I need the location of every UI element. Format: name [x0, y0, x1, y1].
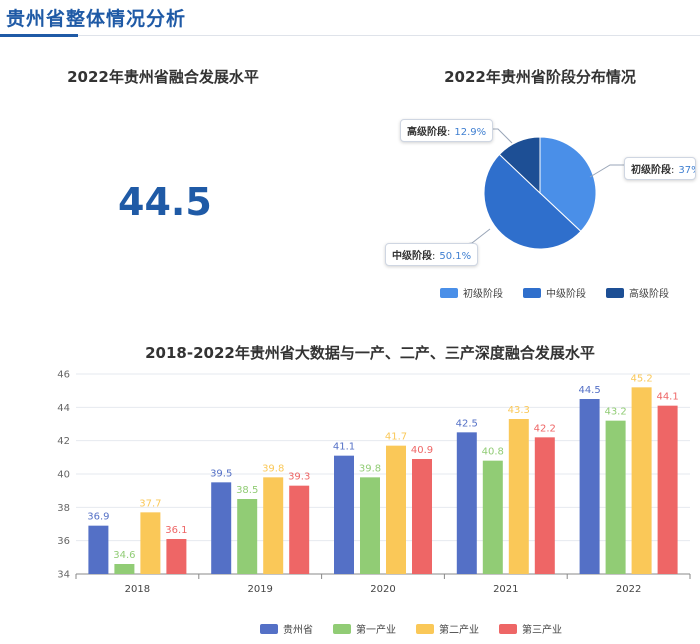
x-tick-label: 2019: [247, 584, 272, 595]
bar[interactable]: [166, 539, 187, 574]
bar-value-label: 44.1: [656, 392, 678, 403]
kpi-title: 2022年贵州省融合发展水平: [67, 68, 259, 86]
legend-swatch: [260, 623, 278, 634]
bar[interactable]: [334, 455, 354, 574]
bar-chart: 34 36 38 40 42 44 46 2018 36.9 34.6 37.7 36.1 2019 39…: [57, 370, 691, 595]
title-underline: [0, 34, 78, 37]
bar[interactable]: [140, 512, 161, 574]
bar[interactable]: [508, 419, 529, 574]
bar[interactable]: [237, 499, 258, 574]
bar[interactable]: [482, 460, 503, 574]
bar-value-label: 41.1: [333, 442, 355, 453]
bar[interactable]: [88, 525, 109, 574]
bar-legend-item[interactable]: 第一产业: [333, 621, 396, 636]
legend-swatch: [606, 287, 624, 298]
bar-value-label: 39.8: [262, 463, 284, 474]
bar-value-label: 40.8: [482, 447, 504, 458]
x-tick-label: 2021: [493, 584, 518, 595]
x-tick-label: 2018: [125, 584, 150, 595]
y-tick-label: 34: [57, 570, 70, 581]
leader-initial: [589, 164, 624, 178]
y-tick-label: 44: [57, 403, 70, 414]
header-divider: [78, 35, 700, 36]
bar[interactable]: [412, 459, 432, 574]
bar[interactable]: [456, 432, 477, 574]
bar[interactable]: [289, 485, 310, 574]
bar-legend-item[interactable]: 第三产业: [499, 621, 562, 636]
x-tick-label: 2020: [370, 584, 395, 595]
bar-value-label: 37.7: [139, 498, 161, 509]
pie-legend-item[interactable]: 中级阶段: [523, 285, 586, 300]
bar-value-label: 43.3: [508, 405, 530, 416]
bar-value-label: 39.8: [359, 463, 381, 474]
y-tick-label: 36: [57, 536, 70, 547]
legend-swatch: [333, 623, 351, 634]
bar[interactable]: [534, 437, 555, 574]
bar-value-label: 42.2: [534, 423, 556, 434]
bar-value-label: 43.2: [604, 407, 626, 418]
bar-value-label: 40.9: [411, 445, 433, 456]
bar-legend-item[interactable]: 贵州省: [260, 621, 313, 636]
pie-legend-item[interactable]: 高级阶段: [606, 285, 669, 300]
bar[interactable]: [386, 445, 406, 574]
bar-value-label: 45.2: [630, 373, 652, 384]
bar[interactable]: [631, 387, 652, 574]
pie-callout-advanced: 高级阶段: 12.9%: [400, 119, 494, 142]
legend-swatch: [440, 287, 458, 298]
bar[interactable]: [263, 477, 284, 574]
pie-title: 2022年贵州省阶段分布情况: [444, 68, 636, 86]
pie-chart: [457, 128, 624, 250]
y-tick-label: 38: [57, 503, 70, 514]
pie-legend: 初级阶段 中级阶段 高级阶段: [440, 285, 669, 300]
y-tick-label: 42: [57, 436, 70, 447]
pie-callout-initial: 初级阶段:37%: [624, 157, 696, 180]
legend-swatch: [416, 623, 434, 634]
y-tick-label: 46: [57, 370, 70, 381]
bar-legend: 贵州省 第一产业 第二产业 第三产业: [260, 621, 562, 636]
kpi-value: 44.5: [118, 180, 212, 224]
legend-swatch: [499, 623, 517, 634]
x-tick-label: 2022: [616, 584, 641, 595]
bar[interactable]: [579, 399, 600, 574]
bar-value-label: 36.9: [87, 512, 109, 523]
y-tick-label: 40: [57, 470, 70, 481]
bar-value-label: 39.5: [210, 468, 232, 479]
bar[interactable]: [605, 420, 626, 574]
bar[interactable]: [114, 564, 135, 574]
page-title: 贵州省整体情况分析: [6, 8, 187, 30]
bar-legend-item[interactable]: 第二产业: [416, 621, 479, 636]
bar-value-label: 34.6: [113, 550, 135, 561]
bar-value-label: 41.7: [385, 432, 407, 443]
bar[interactable]: [211, 482, 232, 574]
bar[interactable]: [657, 405, 678, 574]
bar-value-label: 39.3: [288, 472, 310, 483]
legend-swatch: [523, 287, 541, 298]
bar[interactable]: [360, 477, 380, 574]
pie-legend-item[interactable]: 初级阶段: [440, 285, 503, 300]
pie-callout-middle: 中级阶段: 50.1%: [385, 243, 479, 266]
bar-value-label: 44.5: [578, 385, 600, 396]
bar-value-label: 38.5: [236, 485, 258, 496]
bar-value-label: 42.5: [456, 418, 478, 429]
bar-value-label: 36.1: [165, 525, 187, 536]
